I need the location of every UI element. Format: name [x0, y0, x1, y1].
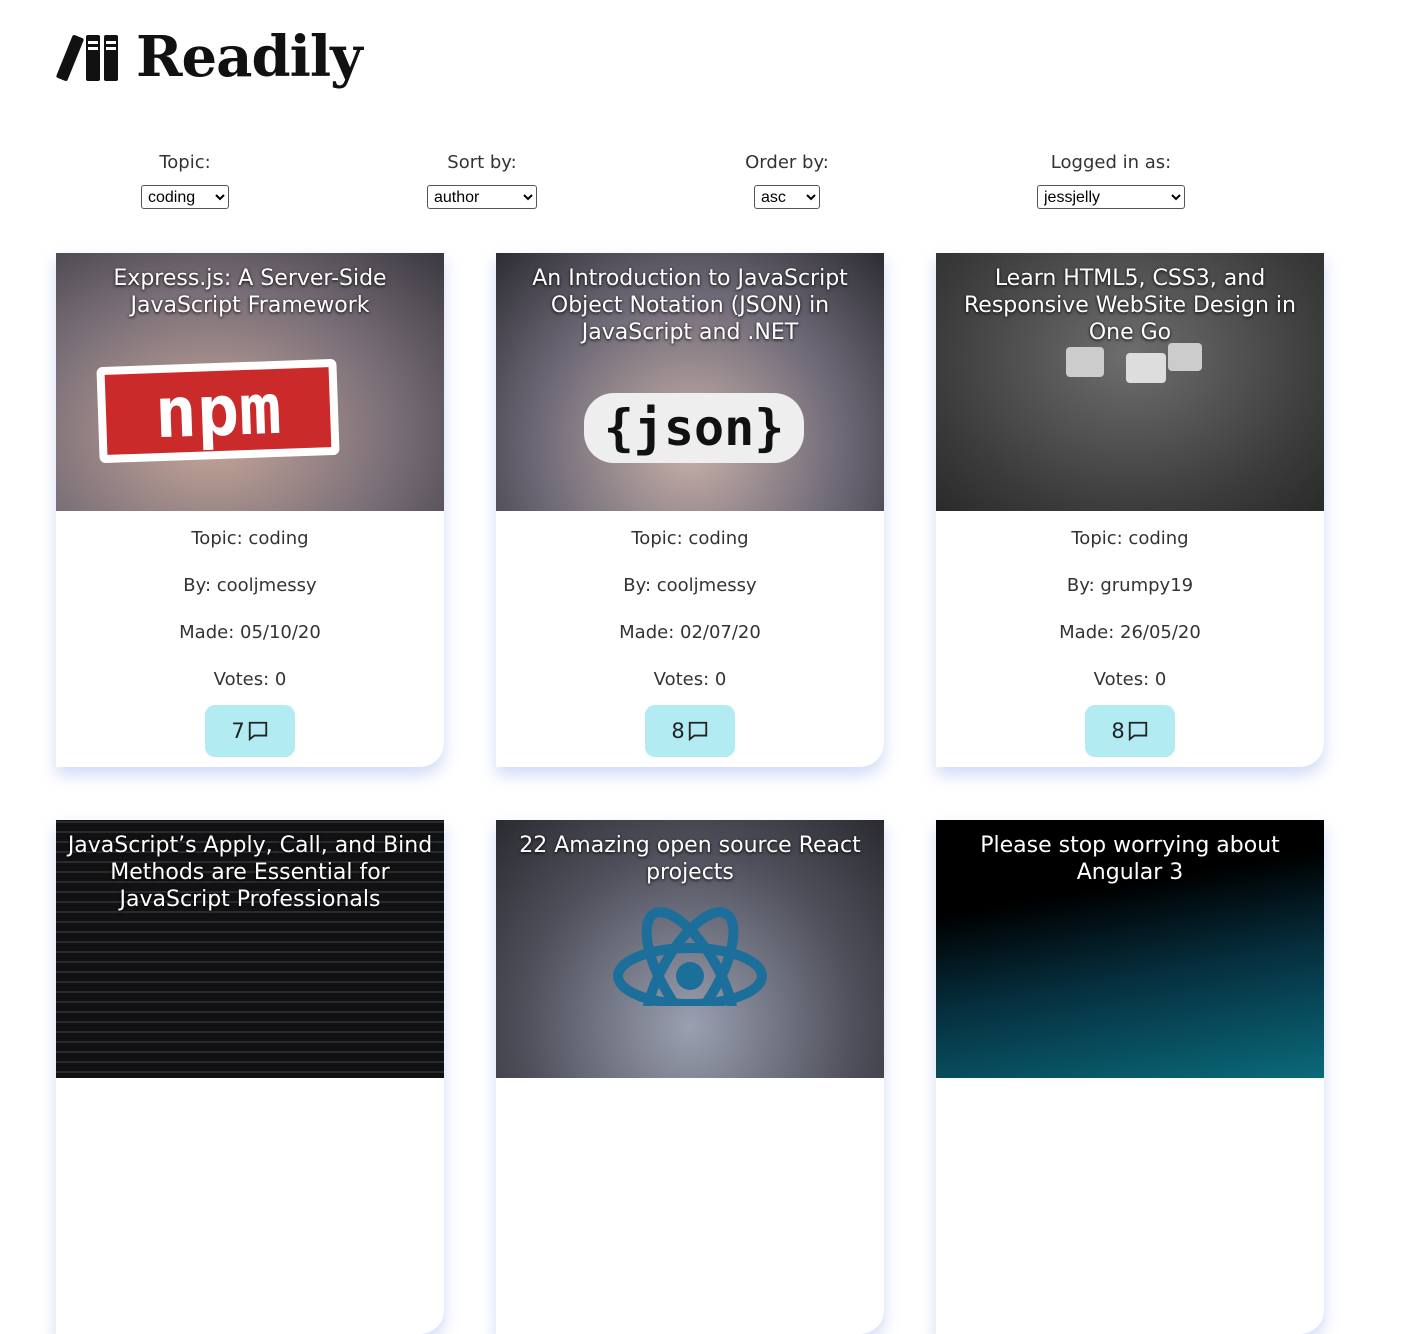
article-title: Learn HTML5, CSS3, and Responsive WebSit… [964, 266, 1296, 345]
article-title: Please stop worrying about Angular 3 [980, 833, 1280, 885]
article-votes: Votes: 0 [1093, 669, 1167, 690]
comments-button[interactable]: 8 [1085, 705, 1175, 757]
comment-icon [1128, 721, 1147, 742]
article-card[interactable]: Express.js: A Server-Side JavaScript Fra… [56, 253, 444, 767]
order-label: Order by: [745, 152, 829, 173]
article-author: By: cooljmessy [623, 575, 757, 596]
user-label: Logged in as: [1050, 152, 1172, 173]
comments-button[interactable]: 8 [645, 705, 735, 757]
comment-icon [688, 721, 707, 742]
user-filter: Logged in as: jessjelly [1011, 152, 1211, 209]
comments-button[interactable]: 7 [205, 705, 295, 757]
comment-count: 8 [671, 719, 685, 743]
books-icon [56, 35, 118, 81]
article-image: Learn HTML5, CSS3, and Responsive WebSit… [936, 253, 1324, 511]
article-image: Please stop worrying about Angular 3 [936, 820, 1324, 1078]
article-date: Made: 26/05/20 [1059, 622, 1201, 643]
logo[interactable]: Readily [56, 24, 363, 90]
order-filter: Order by: asc [687, 152, 887, 209]
topic-label: Topic: [159, 152, 211, 173]
comment-count: 8 [1111, 719, 1125, 743]
comment-count: 7 [231, 719, 245, 743]
article-card[interactable]: Please stop worrying about Angular 3 [936, 820, 1324, 1334]
article-topic: Topic: coding [631, 528, 749, 549]
brand-name: Readily [136, 24, 363, 90]
article-image: JavaScript’s Apply, Call, and Bind Metho… [56, 820, 444, 1078]
article-author: By: grumpy19 [1066, 575, 1194, 596]
article-votes: Votes: 0 [213, 669, 287, 690]
sort-select[interactable]: author [427, 185, 537, 209]
article-title: An Introduction to JavaScript Object Not… [532, 266, 848, 345]
article-card[interactable]: JavaScript’s Apply, Call, and Bind Metho… [56, 820, 444, 1334]
article-card[interactable]: 22 Amazing open source React projects [496, 820, 884, 1334]
order-select[interactable]: asc [754, 185, 820, 209]
article-author: By: cooljmessy [183, 575, 317, 596]
sort-label: Sort by: [447, 152, 517, 173]
article-date: Made: 05/10/20 [179, 622, 321, 643]
article-image: Express.js: A Server-Side JavaScript Fra… [56, 253, 444, 511]
article-topic: Topic: coding [1071, 528, 1189, 549]
article-title: Express.js: A Server-Side JavaScript Fra… [113, 266, 387, 318]
article-topic: Topic: coding [191, 528, 309, 549]
article-votes: Votes: 0 [653, 669, 727, 690]
topic-select[interactable]: coding [141, 185, 229, 209]
sort-filter: Sort by: author [382, 152, 582, 209]
article-title: 22 Amazing open source React projects [519, 833, 861, 885]
article-image: 22 Amazing open source React projects [496, 820, 884, 1078]
article-title: JavaScript’s Apply, Call, and Bind Metho… [67, 833, 433, 912]
article-card[interactable]: Learn HTML5, CSS3, and Responsive WebSit… [936, 253, 1324, 767]
topic-filter: Topic: coding [85, 152, 285, 209]
user-select[interactable]: jessjelly [1037, 185, 1185, 209]
article-image: An Introduction to JavaScript Object Not… [496, 253, 884, 511]
article-date: Made: 02/07/20 [619, 622, 761, 643]
article-card[interactable]: An Introduction to JavaScript Object Not… [496, 253, 884, 767]
comment-icon [248, 721, 267, 742]
